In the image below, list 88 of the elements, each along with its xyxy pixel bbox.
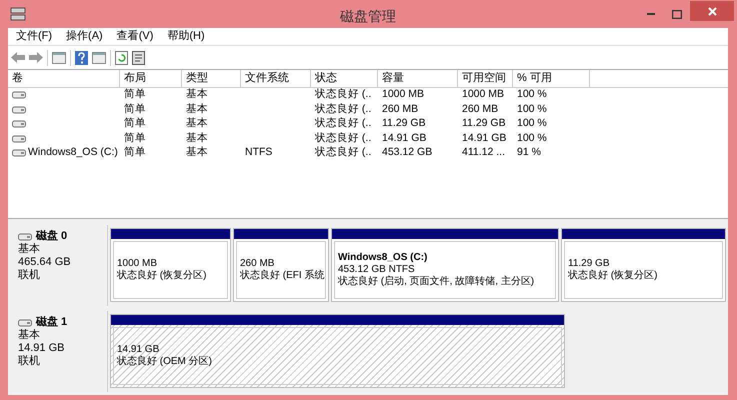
disk-status: 联机 (18, 269, 41, 282)
column-header[interactable]: % 可用 (513, 70, 590, 87)
table-cell-text: 基本 (186, 87, 208, 102)
table-cell-text: Windows8_OS (C:) (28, 145, 118, 160)
refresh-icon[interactable] (115, 50, 128, 64)
disk-type: 基本 (18, 243, 41, 256)
close-button[interactable] (690, 1, 734, 21)
table-cell-text: 411.12 ... (462, 145, 506, 160)
table-cell-text: 状态良好 (.. (315, 145, 372, 160)
table-cell-text: 简单 (124, 130, 146, 146)
partition[interactable]: Windows8_OS (C:) 453.12 GB NTFS 状态良好 (启动, 页面文件, 故障转储, 主分区) (331, 228, 559, 302)
maximize-icon (672, 10, 682, 18)
close-icon (708, 6, 716, 16)
column-header[interactable]: 文件系统 (241, 70, 311, 87)
properties-icon[interactable] (132, 50, 145, 64)
table-cell-text: 100 % (517, 116, 547, 132)
drive-icon (18, 318, 32, 326)
table-cell-text: NTFS (245, 145, 272, 160)
table-cell-text: 1000 MB (382, 87, 424, 102)
back-arrow-icon[interactable] (11, 52, 25, 63)
table-cell-text: 14.91 GB (462, 130, 506, 146)
table-cell-text: 状态良好 (.. (315, 116, 372, 132)
table-cell-text: 100 % (517, 87, 547, 102)
table-cell-text: 11.29 GB (382, 116, 426, 132)
partition-size: 1000 MB (117, 258, 158, 270)
partition-size: 11.29 GB (568, 258, 611, 270)
column-header[interactable]: 容量 (378, 70, 458, 87)
table-cell-text: 100 % (517, 102, 547, 117)
forward-arrow-icon[interactable] (29, 52, 43, 63)
table-cell-text: 简单 (124, 145, 146, 160)
partition-status: 状态良好 (恢复分区) (568, 270, 658, 282)
menu-item[interactable]: 帮助(H) (167, 28, 205, 45)
partition-status: 状态良好 (启动, 页面文件, 故障转储, 主分区) (338, 276, 536, 288)
partition[interactable]: 260 MB 状态良好 (EFI 系统 (233, 228, 329, 302)
partition-size: 14.91 GB (117, 344, 160, 356)
partition-size: 453.12 GB NTFS (338, 264, 416, 276)
help-icon[interactable] (75, 50, 88, 64)
partition[interactable]: 14.91 GB 状态良好 (OEM 分区) (110, 314, 565, 388)
panel-icon[interactable] (92, 52, 106, 64)
table-cell-text: 91 % (517, 145, 541, 160)
disk-type: 基本 (18, 329, 41, 342)
disk-size: 465.64 GB (18, 256, 72, 269)
column-header[interactable]: 状态 (311, 70, 378, 87)
partition-size: 260 MB (240, 258, 276, 270)
table-cell-text: 简单 (124, 87, 146, 102)
partition-name: Windows8_OS (C:) (338, 252, 428, 264)
drive-icon (12, 134, 26, 143)
drive-icon (12, 120, 26, 128)
table-cell-text: 状态良好 (.. (315, 87, 372, 102)
table-cell-text: 14.91 GB (382, 130, 426, 146)
app-icon (10, 7, 26, 21)
table-cell-text: 状态良好 (.. (315, 102, 372, 117)
partition[interactable]: 1000 MB 状态良好 (恢复分区) (110, 228, 231, 302)
drive-icon (12, 91, 26, 100)
partition-status: 状态良好 (EFI 系统 (240, 270, 322, 282)
drive-icon (18, 232, 32, 240)
panel-icon[interactable] (52, 52, 66, 64)
disk-size: 14.91 GB (18, 342, 66, 355)
drive-icon (12, 149, 26, 158)
table-cell-text: 100 % (517, 130, 547, 146)
table-cell-text: 453.12 GB (382, 145, 432, 160)
table-cell-text: 状态良好 (.. (315, 130, 372, 146)
table-cell-text: 260 MB (462, 102, 498, 117)
table-cell-text: 简单 (124, 102, 146, 117)
column-header[interactable]: 可用空间 (458, 70, 513, 87)
table-cell-text: 简单 (124, 116, 146, 132)
table-cell-text: 260 MB (382, 102, 418, 117)
minimize-icon (647, 13, 655, 15)
partition-status: 状态良好 (OEM 分区) (117, 356, 213, 368)
column-header[interactable]: 类型 (182, 70, 241, 87)
partition[interactable]: 11.29 GB 状态良好 (恢复分区) (561, 228, 726, 302)
menu-item[interactable]: 查看(V) (116, 28, 154, 45)
table-cell-text: 基本 (186, 130, 208, 146)
column-header[interactable]: 布局 (120, 70, 182, 87)
table-cell-text: 基本 (186, 116, 208, 132)
menu-item[interactable]: 操作(A) (66, 28, 103, 45)
column-header[interactable]: 卷 (8, 70, 120, 87)
disk-name: 磁盘 1 (36, 316, 68, 329)
menu-item[interactable]: 文件(F) (16, 28, 52, 45)
table-cell-text: 1000 MB (462, 87, 504, 102)
table-cell-text: 11.29 GB (462, 116, 506, 132)
window-title: 磁盘管理 (340, 7, 396, 26)
table-cell-text: 基本 (186, 102, 208, 117)
disk-name: 磁盘 0 (36, 230, 68, 243)
drive-icon (12, 106, 26, 114)
partition-status: 状态良好 (恢复分区) (117, 270, 208, 282)
disk-status: 联机 (18, 355, 41, 368)
table-cell-text: 基本 (186, 145, 208, 160)
